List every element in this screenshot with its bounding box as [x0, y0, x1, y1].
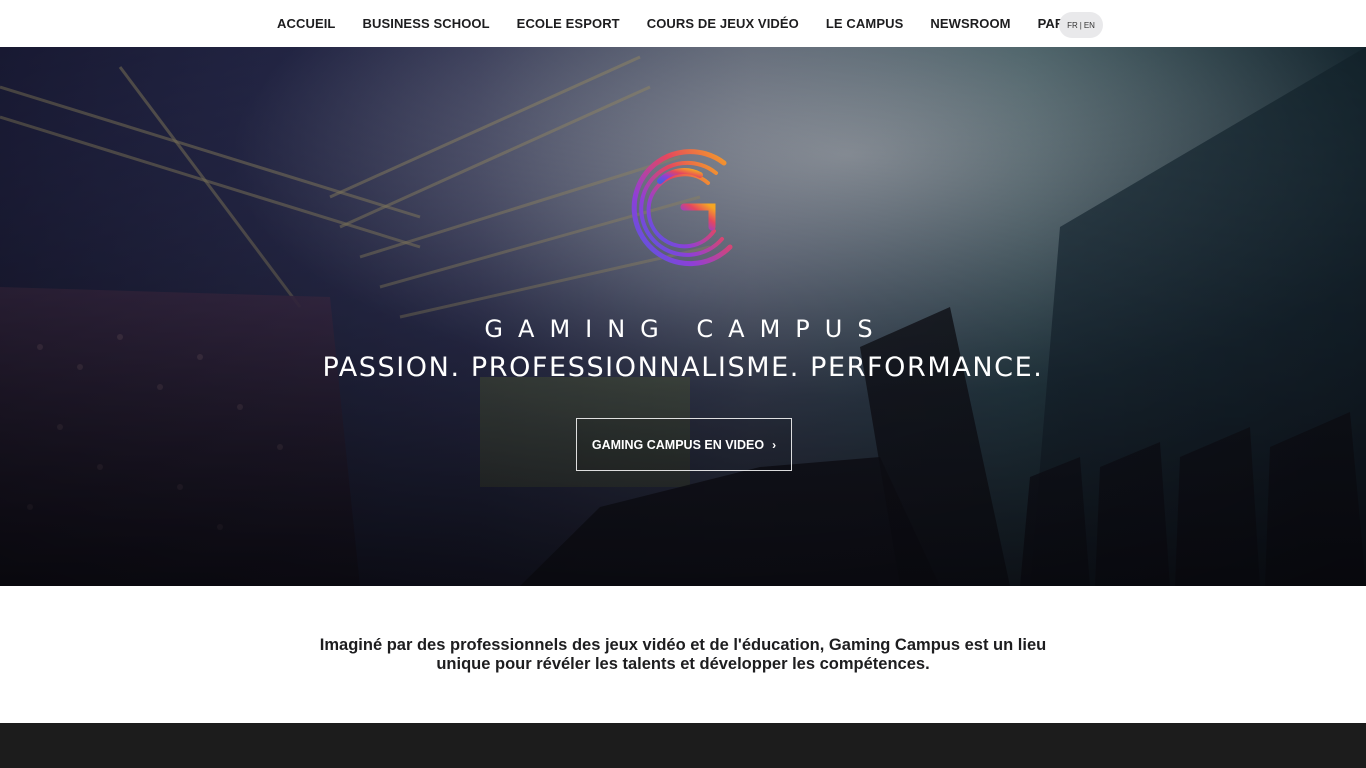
brand-wordmark: GAMING CAMPUS — [484, 315, 888, 343]
hero-banner: GAMING CAMPUS PASSION. PROFESSIONNALISME… — [0, 47, 1366, 586]
nav-item-accueil[interactable]: ACCUEIL — [277, 16, 335, 31]
lang-en-link[interactable]: EN — [1084, 21, 1095, 30]
nav-item-ecole-esport[interactable]: ECOLE ESPORT — [517, 16, 620, 31]
main-menu: ACCUEIL BUSINESS SCHOOL ECOLE ESPORT COU… — [277, 0, 1099, 47]
hero-tagline: PASSION. PROFESSIONNALISME. PERFORMANCE. — [322, 352, 1044, 383]
dark-section — [0, 723, 1366, 768]
top-navigation: ACCUEIL BUSINESS SCHOOL ECOLE ESPORT COU… — [0, 0, 1366, 47]
lang-separator: | — [1079, 20, 1082, 30]
nav-item-cours-de-jeux-video[interactable]: COURS DE JEUX VIDÉO — [647, 16, 799, 31]
nav-item-le-campus[interactable]: LE CAMPUS — [826, 16, 903, 31]
lang-fr-link[interactable]: FR — [1067, 21, 1078, 30]
gaming-campus-logo-icon — [631, 149, 733, 267]
intro-section: Imaginé par des professionnels des jeux … — [0, 586, 1366, 723]
nav-item-business-school[interactable]: BUSINESS SCHOOL — [362, 16, 489, 31]
intro-paragraph: Imaginé par des professionnels des jeux … — [319, 636, 1047, 673]
nav-item-newsroom[interactable]: NEWSROOM — [930, 16, 1010, 31]
watch-video-button-label: GAMING CAMPUS EN VIDEO — [591, 437, 765, 452]
watch-video-button[interactable]: GAMING CAMPUS EN VIDEO › — [576, 418, 792, 471]
chevron-right-icon: › — [772, 437, 777, 452]
language-switcher: FR | EN — [1059, 12, 1103, 38]
